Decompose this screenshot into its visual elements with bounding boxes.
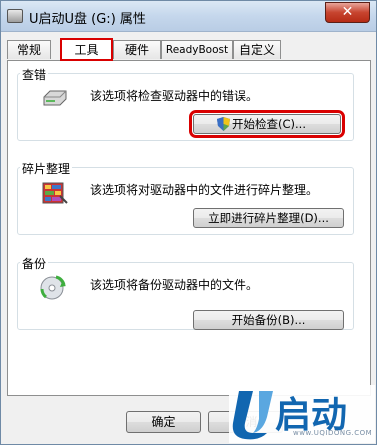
error-check-title: 查错 xyxy=(20,66,49,83)
backup-icon xyxy=(40,275,66,300)
defrag-title: 碎片整理 xyxy=(20,160,73,177)
tab-general[interactable]: 常规 xyxy=(7,40,51,59)
logo-url: www.UQIDONG.COM xyxy=(293,429,373,437)
defrag-description: 该选项将对驱动器中的文件进行碎片整理。 xyxy=(90,183,319,197)
backup-title: 备份 xyxy=(20,255,49,272)
tab-tools[interactable]: 工具 xyxy=(60,38,113,61)
backup-group: 备份 该选项将备份驱动器中的文件。 开始备份(B)... xyxy=(17,255,354,330)
tools-panel: 查错 该选项将检查驱动器中的错误。 开始检查(C)... 碎片整理 该选项将对驱… xyxy=(7,60,371,396)
properties-dialog: U启动U盘 (G:) 属性 ✕ 常规 工具 硬件 ReadyBoost 自定义 … xyxy=(0,0,377,445)
drive-icon xyxy=(7,9,23,23)
start-check-button[interactable]: 开始检查(C)... xyxy=(189,110,345,138)
start-check-label: 开始检查(C)... xyxy=(232,117,306,131)
title-bar[interactable]: U启动U盘 (G:) 属性 ✕ xyxy=(1,1,376,32)
start-backup-button[interactable]: 开始备份(B)... xyxy=(193,310,344,330)
window-title: U启动U盘 (G:) 属性 xyxy=(29,12,146,27)
tab-hardware[interactable]: 硬件 xyxy=(113,40,161,59)
error-check-description: 该选项将检查驱动器中的错误。 xyxy=(90,89,259,103)
tab-customize[interactable]: 自定义 xyxy=(233,40,281,59)
error-check-group: 查错 该选项将检查驱动器中的错误。 开始检查(C)... xyxy=(17,66,354,141)
backup-description: 该选项将备份驱动器中的文件。 xyxy=(90,278,259,292)
hard-drive-icon xyxy=(43,90,67,106)
tab-readyboost[interactable]: ReadyBoost xyxy=(161,40,233,59)
defrag-icon xyxy=(42,182,68,204)
defrag-now-button[interactable]: 立即进行碎片整理(D)... xyxy=(193,208,344,228)
shield-icon xyxy=(217,117,230,131)
defrag-group: 碎片整理 该选项将对驱动器中的文件进行碎片整理。 立即进行碎片整理(D)... xyxy=(17,160,354,235)
ok-button[interactable]: 确定 xyxy=(126,411,201,433)
close-button[interactable]: ✕ xyxy=(325,2,370,23)
